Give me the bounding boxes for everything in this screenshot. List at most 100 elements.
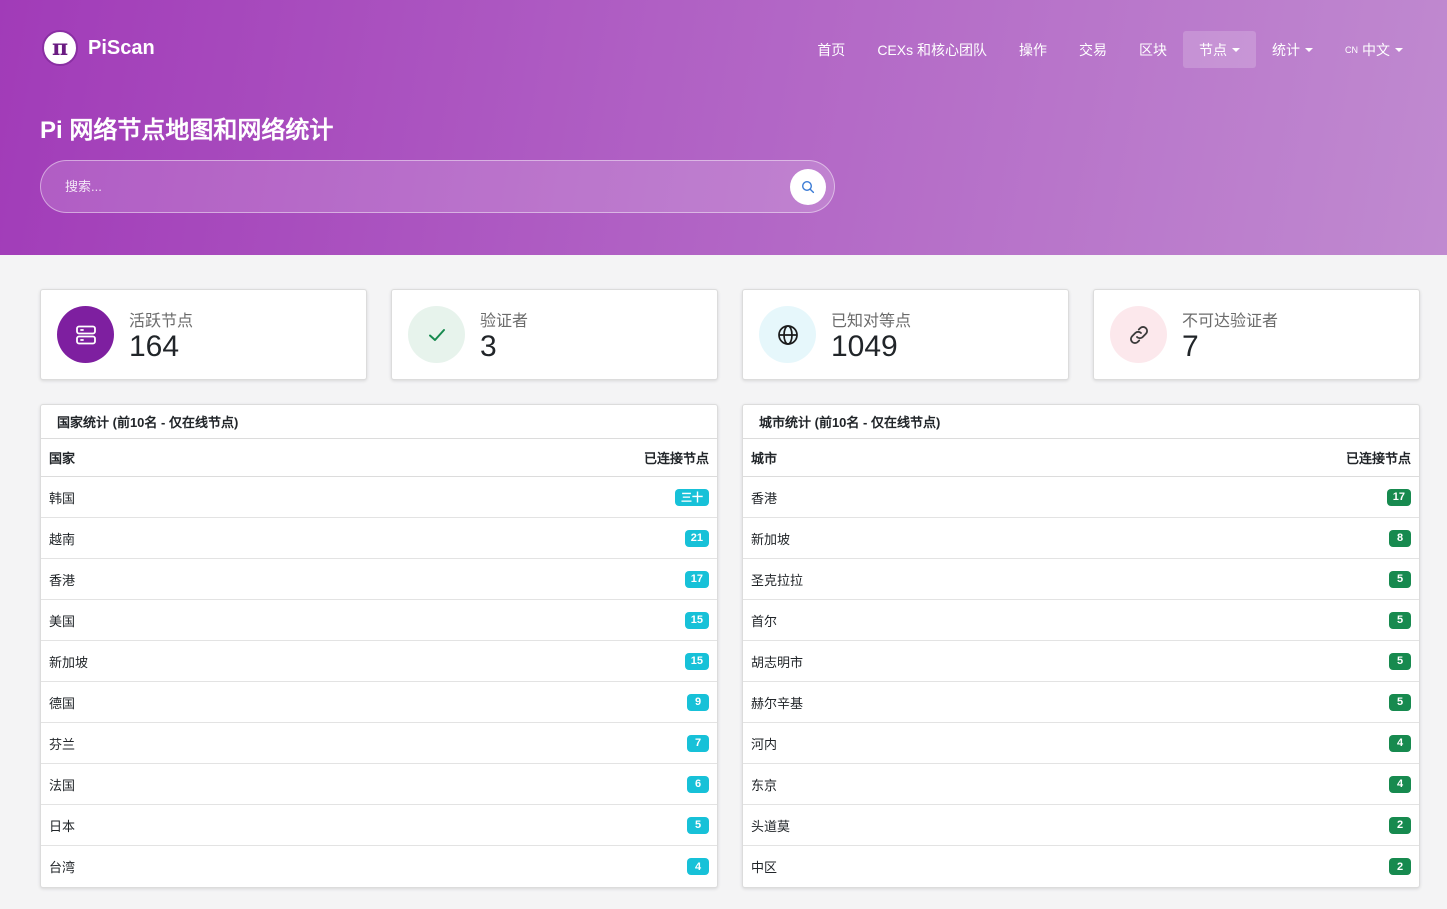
stat-card-validators: 验证者 3: [391, 289, 718, 380]
count-badge: 15: [684, 611, 709, 629]
check-icon: [408, 306, 465, 363]
table-row[interactable]: 胡志明市 5: [743, 641, 1419, 682]
row-name: 日本: [49, 818, 76, 834]
table-row[interactable]: 芬兰 7: [41, 723, 717, 764]
search-button[interactable]: [790, 168, 826, 205]
count-badge: 5: [687, 816, 709, 834]
row-name: 新加坡: [751, 531, 791, 547]
row-name: 首尔: [751, 613, 778, 629]
stat-label: 不可达验证者: [1182, 313, 1279, 330]
row-name: 越南: [49, 531, 76, 547]
row-name: 河内: [751, 736, 778, 752]
table-row[interactable]: 河内 4: [743, 723, 1419, 764]
count-badge: 6: [687, 775, 709, 793]
row-name: 新加坡: [49, 654, 89, 670]
language-selector[interactable]: CN 中文: [1329, 31, 1419, 68]
globe-icon: [759, 306, 816, 363]
table-row[interactable]: 中区 2: [743, 846, 1419, 887]
table-row[interactable]: 首尔 5: [743, 600, 1419, 641]
search-bar: [40, 160, 835, 213]
nav-item-label: 首页: [817, 41, 846, 58]
count-badge: 5: [1389, 652, 1411, 670]
stat-value: 164: [129, 330, 180, 363]
row-name: 美国: [49, 613, 76, 629]
row-name: 赫尔辛基: [751, 695, 804, 711]
row-name: 德国: [49, 695, 76, 711]
caret-down-icon: [1395, 47, 1403, 52]
count-badge: 4: [1389, 775, 1411, 793]
row-name: 头道莫: [751, 818, 791, 834]
city-stats-panel: 城市统计 (前10名 - 仅在线节点) 城市 已连接节点 香港 17 新加坡 8 圣克拉…: [742, 404, 1420, 888]
count-badge: 17: [684, 570, 709, 588]
count-badge: 5: [1389, 693, 1411, 711]
search-icon: [801, 180, 815, 193]
nav-item-label: 操作: [1019, 41, 1047, 58]
stat-card-known-peers: 已知对等点 1049: [742, 289, 1069, 380]
count-badge: 7: [687, 734, 709, 752]
search-input[interactable]: [65, 179, 790, 194]
table-row[interactable]: 越南 21: [41, 518, 717, 559]
count-badge: 2: [1389, 816, 1411, 834]
hero-header: π PiScan 首页 CEXs 和核心团队 操作 交易 区块 节点 统计 CN…: [0, 0, 1447, 255]
nav-item-blocks[interactable]: 区块: [1123, 31, 1183, 68]
table-row[interactable]: 香港 17: [743, 477, 1419, 518]
country-table-body: 韩国 三十 越南 21 香港 17 美国 15 新加坡 15 德国 9 芬兰 7 法国 6 日本 5 台湾 4: [41, 477, 717, 887]
column-header-connected-nodes: 已连接节点: [1345, 451, 1411, 466]
brand[interactable]: π PiScan: [42, 30, 155, 66]
city-table-body: 香港 17 新加坡 8 圣克拉拉 5 首尔 5 胡志明市 5 赫尔辛基 5 河内 4 东京 4 头道莫 2 中区 2: [743, 477, 1419, 887]
pi-logo-icon: π: [42, 30, 78, 66]
stat-value: 7: [1182, 330, 1199, 363]
nav-item-transactions[interactable]: 交易: [1063, 31, 1123, 68]
table-row[interactable]: 圣克拉拉 5: [743, 559, 1419, 600]
table-row[interactable]: 东京 4: [743, 764, 1419, 805]
table-row[interactable]: 新加坡 8: [743, 518, 1419, 559]
nav-item-label: 交易: [1079, 41, 1107, 58]
stat-value: 3: [480, 330, 497, 363]
nav-item-nodes[interactable]: 节点: [1183, 31, 1256, 68]
table-row[interactable]: 头道莫 2: [743, 805, 1419, 846]
count-badge: 17: [1386, 488, 1411, 506]
server-icon: [57, 306, 114, 363]
count-badge: 三十: [675, 488, 709, 506]
count-badge: 5: [1389, 611, 1411, 629]
table-row[interactable]: 德国 9: [41, 682, 717, 723]
row-name: 芬兰: [49, 736, 76, 752]
table-row[interactable]: 赫尔辛基 5: [743, 682, 1419, 723]
row-name: 胡志明市: [751, 654, 804, 670]
nav-item-label: 区块: [1139, 41, 1167, 58]
count-badge: 5: [1389, 570, 1411, 588]
row-name: 台湾: [49, 860, 76, 875]
count-badge: 4: [687, 858, 709, 875]
nav-item-label: CEXs 和核心团队: [877, 41, 987, 58]
table-row[interactable]: 日本 5: [41, 805, 717, 846]
row-name: 中区: [751, 860, 778, 875]
nav-item-cexs[interactable]: CEXs 和核心团队: [861, 31, 1003, 68]
table-row[interactable]: 台湾 4: [41, 846, 717, 887]
nav-item-operations[interactable]: 操作: [1003, 31, 1063, 68]
row-name: 香港: [751, 490, 778, 506]
table-header: 城市 已连接节点: [743, 439, 1419, 477]
row-name: 圣克拉拉: [751, 572, 804, 588]
nav-item-home[interactable]: 首页: [801, 31, 861, 68]
caret-down-icon: [1232, 47, 1240, 52]
panel-title: 城市统计 (前10名 - 仅在线节点): [743, 405, 1419, 439]
table-row[interactable]: 美国 15: [41, 600, 717, 641]
row-name: 韩国: [49, 490, 76, 506]
table-row[interactable]: 法国 6: [41, 764, 717, 805]
nav-item-stats[interactable]: 统计: [1256, 31, 1329, 68]
stat-card-unreachable-validators: 不可达验证者 7: [1093, 289, 1420, 380]
table-header: 国家 已连接节点: [41, 439, 717, 477]
page-title: Pi 网络节点地图和网络统计: [40, 117, 334, 144]
stat-card-active-nodes: 活跃节点 164: [40, 289, 367, 380]
language-label: 中文: [1362, 41, 1390, 58]
table-row[interactable]: 韩国 三十: [41, 477, 717, 518]
link-icon: [1110, 306, 1167, 363]
table-row[interactable]: 新加坡 15: [41, 641, 717, 682]
count-badge: 8: [1389, 529, 1411, 547]
column-header-connected-nodes: 已连接节点: [643, 451, 709, 466]
table-row[interactable]: 香港 17: [41, 559, 717, 600]
row-name: 香港: [49, 572, 76, 588]
stat-label: 活跃节点: [129, 313, 194, 330]
row-name: 东京: [751, 777, 778, 793]
column-header-city: 城市: [751, 451, 778, 466]
